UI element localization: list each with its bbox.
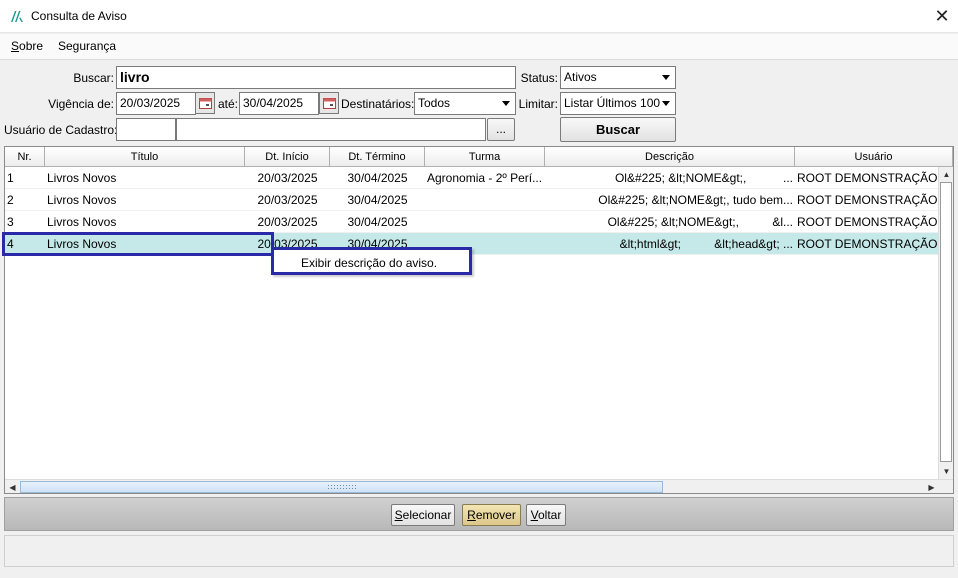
column-header-nr[interactable]: Nr.	[5, 147, 45, 167]
cell-usuario: ROOT DEMONSTRAÇÃO JA	[797, 193, 939, 207]
chevron-down-icon	[662, 75, 670, 80]
cell-descricao: Ol&#225; &lt;NOME&gt;, ...	[614, 171, 793, 185]
buscar-button[interactable]: Buscar	[560, 117, 676, 142]
destinatarios-select[interactable]: Todos	[414, 92, 516, 115]
title-bar: Consulta de Aviso ✕	[0, 0, 958, 33]
results-table: Nr. Título Dt. Início Dt. Término Turma …	[4, 146, 954, 494]
vigencia-de-field[interactable]: 20/03/2025	[116, 92, 196, 115]
horizontal-scroll-thumb[interactable]	[20, 481, 663, 493]
chevron-down-icon	[662, 101, 670, 106]
table-row[interactable]: 3 Livros Novos 20/03/2025 30/04/2025 Ol&…	[5, 211, 939, 233]
cell-titulo: Livros Novos	[47, 193, 117, 207]
vertical-scrollbar[interactable]: ▲ ▼	[938, 167, 953, 479]
column-header-turma[interactable]: Turma	[425, 147, 545, 167]
scroll-left-icon[interactable]: ◀	[5, 480, 20, 493]
cell-inicio: 20/03/2025	[257, 193, 318, 207]
context-menu-item-exibir-descricao[interactable]: Exibir descrição do aviso.	[301, 256, 437, 270]
limitar-label: Limitar:	[518, 97, 558, 111]
calendar-button-ate[interactable]	[319, 92, 339, 114]
cell-usuario: ROOT DEMONSTRAÇÃO JA	[797, 171, 939, 185]
menu-seguranca[interactable]: Segurança	[58, 39, 116, 53]
destinatarios-value: Todos	[418, 96, 451, 110]
vigencia-label: Vigência de:	[48, 97, 114, 111]
close-icon[interactable]: ✕	[930, 4, 954, 28]
column-header-dt-inicio[interactable]: Dt. Início	[245, 147, 330, 167]
cell-termino: 30/04/2025	[347, 215, 408, 229]
cell-inicio: 20/03/2025	[257, 215, 318, 229]
remover-button[interactable]: Remover	[462, 504, 521, 526]
voltar-button[interactable]: Voltar	[526, 504, 566, 526]
cell-descricao: Ol&#225; &lt;NOME&gt;, &l...	[607, 215, 793, 229]
status-value: Ativos	[564, 70, 597, 84]
selecionar-button[interactable]: Selecionar	[391, 504, 455, 526]
window-title: Consulta de Aviso	[31, 9, 127, 23]
table-row[interactable]: 1 Livros Novos 20/03/2025 30/04/2025 Agr…	[5, 167, 939, 189]
app-logo-icon	[11, 11, 23, 22]
cell-turma	[425, 189, 545, 211]
vertical-scroll-thumb[interactable]	[940, 182, 952, 462]
destinatarios-label: Destinatários:	[341, 97, 415, 111]
menu-sobre[interactable]: Sobre	[11, 39, 43, 53]
column-header-usuario[interactable]: Usuário	[795, 147, 953, 167]
grip-icon	[327, 484, 357, 490]
calendar-icon	[323, 98, 336, 109]
buscar-label: Buscar:	[73, 71, 114, 85]
cell-nr: 2	[7, 193, 14, 207]
calendar-icon	[199, 98, 212, 109]
cell-usuario: ROOT DEMONSTRAÇÃO JA	[797, 237, 939, 251]
chevron-down-icon	[502, 101, 510, 106]
column-header-descricao[interactable]: Descrição	[545, 147, 795, 167]
context-menu: Exibir descrição do aviso.	[271, 247, 472, 275]
usuario-name-field[interactable]	[176, 118, 486, 141]
horizontal-scrollbar[interactable]: ◀ ▶	[5, 479, 953, 493]
cell-termino: 30/04/2025	[347, 171, 408, 185]
scroll-down-icon[interactable]: ▼	[939, 464, 953, 479]
cell-descricao: &lt;html&gt; &lt;head&gt; ...	[619, 237, 793, 251]
cell-turma: Agronomia - 2º Perí...	[427, 171, 543, 185]
search-input[interactable]: livro	[116, 66, 516, 89]
status-select[interactable]: Ativos	[560, 66, 676, 89]
cell-titulo: Livros Novos	[47, 215, 117, 229]
ellipsis-button[interactable]: ...	[487, 118, 515, 141]
cell-turma	[425, 211, 545, 233]
button-bar: Selecionar Remover Voltar	[4, 497, 954, 531]
ate-label: até:	[217, 97, 238, 111]
limitar-select[interactable]: Listar Últimos 100	[560, 92, 676, 115]
cell-titulo: Livros Novos	[47, 171, 117, 185]
limitar-value: Listar Últimos 100	[564, 96, 661, 110]
usuario-cadastro-label: Usuário de Cadastro:	[4, 123, 118, 137]
column-header-titulo[interactable]: Título	[45, 147, 245, 167]
cell-termino: 30/04/2025	[347, 193, 408, 207]
cell-descricao: Ol&#225; &lt;NOME&gt;, tudo bem...	[598, 193, 793, 207]
menu-bar: Sobre Segurança	[0, 34, 958, 60]
vigencia-ate-field[interactable]: 30/04/2025	[239, 92, 319, 115]
calendar-button-de[interactable]	[195, 92, 215, 114]
scroll-up-icon[interactable]: ▲	[939, 167, 953, 182]
usuario-code-field[interactable]	[116, 118, 176, 141]
column-header-dt-termino[interactable]: Dt. Término	[330, 147, 425, 167]
scroll-right-icon[interactable]: ▶	[924, 480, 939, 493]
cell-nr: 1	[7, 171, 14, 185]
status-label: Status:	[520, 71, 558, 85]
status-bar	[4, 535, 954, 567]
selection-highlight	[2, 232, 274, 256]
cell-inicio: 20/03/2025	[257, 171, 318, 185]
cell-nr: 3	[7, 215, 14, 229]
table-row[interactable]: 2 Livros Novos 20/03/2025 30/04/2025 Ol&…	[5, 189, 939, 211]
cell-usuario: ROOT DEMONSTRAÇÃO JA	[797, 215, 939, 229]
